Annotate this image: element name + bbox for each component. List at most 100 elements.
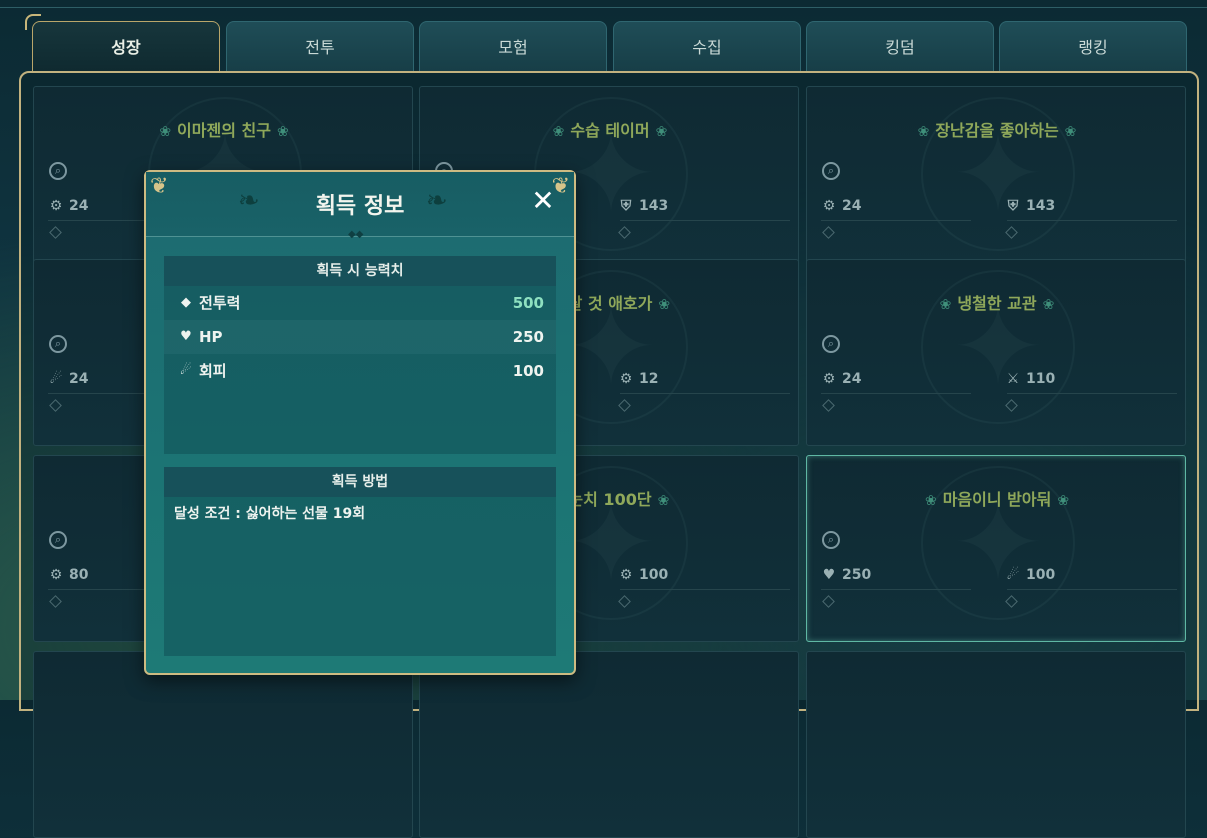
card-title-text: 탈 것 애호가 (567, 294, 653, 313)
card-title-text: 수습 테이머 (570, 121, 650, 140)
divider (1007, 220, 1177, 221)
stat-value: 250 (842, 567, 872, 583)
attack-up-icon: ⚙ (49, 198, 63, 214)
tab-growth[interactable]: 성장 (25, 14, 220, 71)
ability-row: ◆ 전투력 500 (164, 286, 556, 320)
diamond-ornament-icon: ◆◆ (348, 229, 364, 240)
shield-icon: ⛨ (620, 198, 632, 214)
divider (620, 393, 790, 394)
tab-combat[interactable]: 전투 (226, 21, 414, 71)
tab-collection[interactable]: 수집 (613, 21, 801, 71)
card-title-text: 이마젠의 친구 (177, 121, 271, 140)
stat-value: 143 (639, 198, 669, 214)
clover-icon: ❀ (655, 124, 668, 140)
magnifier-icon[interactable]: ⌕ (822, 335, 840, 353)
magnifier-icon[interactable]: ⌕ (49, 162, 67, 180)
modal-title: 획득 정보 (315, 194, 405, 219)
ability-value: 250 (512, 328, 544, 346)
clover-icon: ❀ (657, 493, 670, 509)
divider (821, 220, 971, 221)
title-card[interactable] (419, 651, 799, 838)
shield-icon: ⛨ (1007, 198, 1019, 214)
sword-icon: ⚔ (1006, 371, 1020, 387)
modal-header: ❦ ❦ ❧ ❧ 획득 정보 ✕ ◆◆ (146, 172, 574, 240)
acquisition-info-modal: ❦ ❦ ❧ ❧ 획득 정보 ✕ ◆◆ 획득 시 능력치 ◆ 전투력 500 ♥ … (144, 170, 576, 675)
clover-icon: ❀ (658, 297, 671, 313)
method-text: 달성 조건 : 싫어하는 선물 19회 (174, 506, 366, 522)
stat-value: 110 (1026, 371, 1056, 387)
diamond-icon (822, 226, 835, 239)
abilities-section: 획득 시 능력치 ◆ 전투력 500 ♥ HP 250 ☄ 회피 100 (164, 256, 556, 454)
ability-row: ♥ HP 250 (164, 320, 556, 354)
clover-icon: ❀ (159, 124, 172, 140)
card-title: ❀ 장난감을 좋아하는 ❀ (807, 117, 1185, 141)
card-title-text: 장난감을 좋아하는 (935, 121, 1059, 140)
card-stat: ☄ 100 (1003, 567, 1173, 587)
divider (821, 393, 971, 394)
attack-up-icon: ⚙ (49, 567, 63, 583)
clover-icon: ❀ (1057, 493, 1070, 509)
stat-value: 12 (639, 371, 659, 387)
title-card-selected[interactable]: ❀ 마음이니 받아둬 ❀ ⌕ ♥ 250 ☄ 100 (806, 455, 1186, 642)
title-card[interactable] (806, 651, 1186, 838)
stat-value: 100 (1026, 567, 1056, 583)
magnifier-icon[interactable]: ⌕ (49, 531, 67, 549)
clover-icon: ❀ (276, 124, 289, 140)
attack-up-icon: ⚙ (619, 371, 633, 387)
card-title-text: 냉철한 교관 (957, 294, 1037, 313)
diamond-icon (49, 399, 62, 412)
card-title: ❀ 수습 테이머 ❀ (420, 117, 798, 141)
title-card[interactable]: ❀ 냉철한 교관 ❀ ⌕ ⚙ 24 ⚔ 110 (806, 259, 1186, 446)
card-title: ❀ 냉철한 교관 ❀ (807, 290, 1185, 314)
divider (620, 220, 790, 221)
diamond-icon (822, 399, 835, 412)
tab-kingdom[interactable]: 킹덤 (806, 21, 994, 71)
evasion-icon: ☄ (180, 363, 192, 378)
tab-ranking[interactable]: 랭킹 (999, 21, 1187, 71)
card-stat: ⛨ 143 (1003, 198, 1173, 218)
card-title-text: 눈치 100단 (568, 490, 652, 509)
diamond-icon (822, 595, 835, 608)
attack-up-icon: ⚙ (619, 567, 633, 583)
card-stat: ♥ 250 (819, 567, 989, 587)
evasion-icon: ☄ (1006, 567, 1020, 583)
clover-icon: ❀ (552, 124, 565, 140)
divider (1007, 393, 1177, 394)
ability-label: 전투력 (199, 294, 241, 312)
magnifier-icon[interactable]: ⌕ (822, 162, 840, 180)
close-button[interactable]: ✕ (528, 186, 558, 216)
evasion-icon: ☄ (49, 371, 63, 387)
attack-up-icon: ⚙ (822, 198, 836, 214)
stat-value: 24 (69, 198, 89, 214)
method-header: 획득 방법 (164, 467, 556, 497)
diamond-icon (49, 226, 62, 239)
card-stat: ⚔ 110 (1003, 371, 1173, 391)
magnifier-icon[interactable]: ⌕ (49, 335, 67, 353)
card-title: ❀ 마음이니 받아둬 ❀ (807, 486, 1185, 510)
category-tabs: 성장 전투 모험 수집 킹덤 랭킹 (25, 14, 1189, 71)
clover-icon: ❀ (1042, 297, 1055, 313)
ability-label: HP (199, 328, 223, 346)
tab-adventure[interactable]: 모험 (419, 21, 607, 71)
power-icon: ◆ (181, 295, 191, 310)
ability-value: 100 (512, 362, 544, 380)
card-stat: ⚙ 100 (616, 567, 786, 587)
card-stat: ⚙ 24 (819, 371, 989, 391)
card-title: ❀ 이마젠의 친구 ❀ (34, 117, 412, 141)
abilities-header: 획득 시 능력치 (164, 256, 556, 286)
divider (1007, 589, 1177, 590)
clover-icon: ❀ (917, 124, 930, 140)
stat-value: 143 (1026, 198, 1056, 214)
clover-icon: ❀ (1064, 124, 1077, 140)
title-card[interactable] (33, 651, 413, 838)
method-section: 획득 방법 달성 조건 : 싫어하는 선물 19회 (164, 467, 556, 656)
ability-value: 500 (512, 294, 544, 312)
title-card[interactable]: ❀ 장난감을 좋아하는 ❀ ⌕ ⚙ 24 ⛨ 143 (806, 86, 1186, 273)
top-divider (0, 7, 1207, 8)
magnifier-icon[interactable]: ⌕ (822, 531, 840, 549)
stat-value: 24 (69, 371, 89, 387)
stat-value: 100 (639, 567, 669, 583)
clover-icon: ❀ (939, 297, 952, 313)
heart-icon: ♥ (822, 567, 836, 583)
heart-icon: ♥ (180, 329, 192, 344)
